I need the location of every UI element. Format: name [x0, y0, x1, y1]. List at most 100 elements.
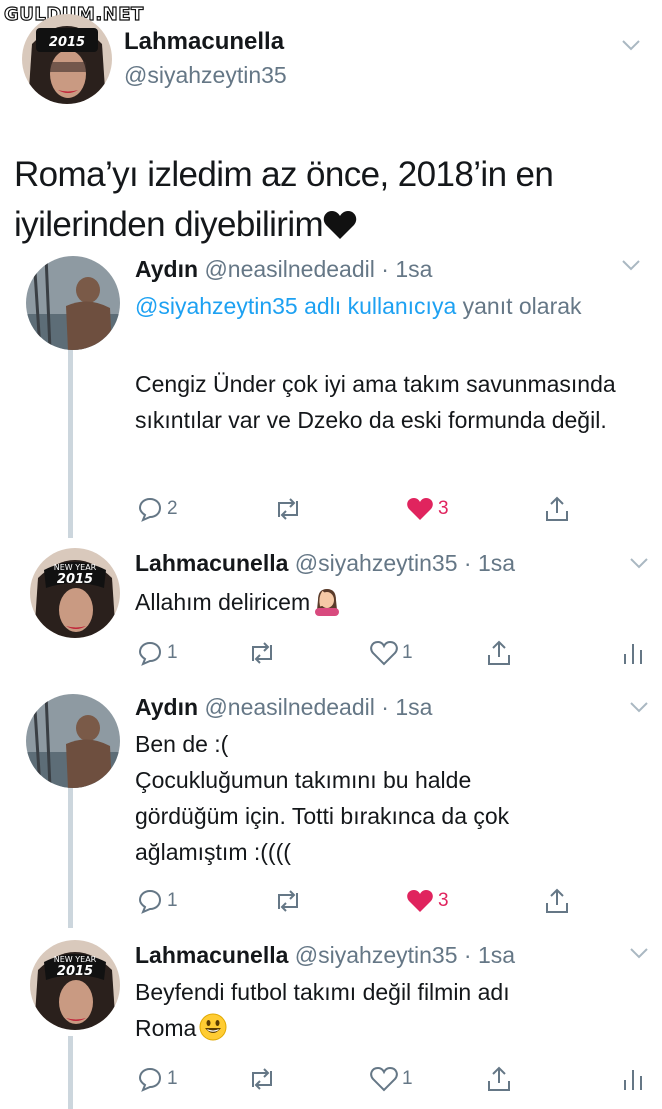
- reply-line: gördüğüm için. Totti bırakınca da çok: [135, 803, 510, 829]
- heart-icon: [370, 1066, 398, 1092]
- like-button[interactable]: 1: [370, 638, 413, 668]
- share-button[interactable]: [543, 886, 571, 916]
- comment-icon: [138, 1067, 162, 1092]
- reply-button[interactable]: 1: [137, 886, 178, 916]
- thread-line: [68, 788, 73, 928]
- reply-timestamp[interactable]: 1sa: [478, 550, 515, 576]
- thread-line: [68, 1036, 73, 1109]
- heart-filled-icon: [407, 890, 433, 912]
- reply-header: Lahmacunella @siyahzeytin35 · 1sa: [135, 550, 515, 577]
- avatar-aydin[interactable]: [26, 256, 120, 350]
- retweet-icon: [278, 498, 298, 520]
- like-count: 3: [438, 498, 449, 519]
- avatar-caption: 2015: [57, 572, 93, 587]
- avatar-lahmacunella[interactable]: NEW YEAR 2015: [30, 548, 120, 638]
- reply-timestamp[interactable]: 1sa: [395, 256, 432, 282]
- reply-line: ağlamıştım :((((: [135, 839, 291, 865]
- heart-filled-icon: [407, 498, 433, 520]
- comment-icon: [138, 641, 162, 666]
- chevron-down-icon[interactable]: [628, 946, 650, 960]
- retweet-button[interactable]: [272, 494, 304, 524]
- reply-count: 1: [167, 642, 178, 663]
- like-button[interactable]: 1: [370, 1064, 413, 1094]
- thread-line: [68, 348, 73, 538]
- reply-count: 1: [167, 890, 178, 911]
- main-tweet-body: Roma’yı izledim az önce, 2018’in en iyil…: [14, 155, 554, 244]
- black-heart-icon: [323, 205, 357, 239]
- reply-author-name[interactable]: Aydın: [135, 694, 198, 720]
- retweet-button[interactable]: [272, 886, 304, 916]
- retweet-icon: [252, 1068, 272, 1090]
- reply-header: Aydın @neasilnedeadil · 1sa: [135, 256, 432, 283]
- avatar-banner: NEW YEAR: [54, 563, 97, 572]
- avatar-lahmacunella[interactable]: NEW YEAR 2015: [30, 940, 120, 1030]
- main-author-name[interactable]: Lahmacunella: [124, 28, 284, 56]
- chevron-down-icon[interactable]: [628, 556, 650, 570]
- reply-text: Allahım deliricem: [135, 584, 635, 620]
- like-count: 1: [402, 1068, 413, 1089]
- analytics-button[interactable]: [622, 1064, 644, 1094]
- avatar-caption: 2015: [57, 964, 93, 979]
- comment-icon: [138, 889, 162, 914]
- reply-line-with-emoji: Roma: [135, 1010, 635, 1046]
- retweet-button[interactable]: [246, 638, 278, 668]
- reply-context: @siyahzeytin35 adlı kullanıcıya yanıt ol…: [135, 288, 605, 324]
- reply-count: 2: [167, 498, 178, 519]
- reply-to-suffix: yanıt olarak: [462, 293, 582, 319]
- retweet-icon: [278, 890, 298, 912]
- avatar-banner: NEW YEAR: [54, 955, 97, 964]
- separator-dot: ·: [457, 550, 478, 576]
- woman-facepalming-icon: [312, 586, 342, 616]
- reply-button[interactable]: 1: [137, 638, 178, 668]
- like-button[interactable]: 3: [406, 494, 449, 524]
- reply-header: Lahmacunella @siyahzeytin35 · 1sa: [135, 942, 515, 969]
- share-button[interactable]: [485, 1064, 513, 1094]
- reply-author-name[interactable]: Lahmacunella: [135, 550, 288, 576]
- share-icon: [546, 496, 568, 521]
- reply-author-handle[interactable]: @siyahzeytin35: [295, 942, 458, 968]
- chevron-down-icon[interactable]: [620, 38, 642, 52]
- share-icon: [488, 640, 510, 665]
- avatar-caption: 2015: [49, 35, 85, 50]
- reply-line: Ben de :(: [135, 731, 229, 757]
- reply-text: Cengiz Ünder çok iyi ama takım savunması…: [135, 371, 616, 433]
- reply-timestamp[interactable]: 1sa: [395, 694, 432, 720]
- share-icon: [546, 888, 568, 913]
- main-tweet-text: Roma’yı izledim az önce, 2018’in en iyil…: [14, 150, 634, 250]
- retweet-button[interactable]: [246, 1064, 278, 1094]
- reply-header: Aydın @neasilnedeadil · 1sa: [135, 694, 432, 721]
- like-button[interactable]: 3: [406, 886, 449, 916]
- main-author-handle[interactable]: @siyahzeytin35: [124, 62, 287, 89]
- reply-line: Çocukluğumun takımını bu halde: [135, 767, 472, 793]
- analytics-button[interactable]: [622, 638, 644, 668]
- grinning-face-icon: [198, 1012, 228, 1042]
- retweet-icon: [252, 642, 272, 664]
- analytics-icon: [624, 1070, 642, 1090]
- reply-to-link[interactable]: @siyahzeytin35 adlı kullanıcıya: [135, 293, 456, 319]
- share-button[interactable]: [485, 638, 513, 668]
- reply-line: Beyfendi futbol takımı değil filmin adı: [135, 979, 510, 1005]
- reply-author-handle[interactable]: @siyahzeytin35: [295, 550, 458, 576]
- reply-author-name[interactable]: Aydın: [135, 256, 198, 282]
- chevron-down-icon[interactable]: [620, 258, 642, 272]
- separator-dot: ·: [457, 942, 478, 968]
- separator-dot: ·: [374, 256, 396, 282]
- reply-author-name[interactable]: Lahmacunella: [135, 942, 288, 968]
- like-count: 3: [438, 890, 449, 911]
- analytics-icon: [624, 644, 642, 664]
- reply-timestamp[interactable]: 1sa: [478, 942, 515, 968]
- reply-button[interactable]: 2: [137, 494, 178, 524]
- reply-button[interactable]: 1: [137, 1064, 178, 1094]
- reply-text: Beyfendi futbol takımı değil filmin adı …: [135, 974, 635, 1046]
- avatar-aydin[interactable]: [26, 694, 120, 788]
- reply-body: Allahım deliricem: [135, 589, 311, 615]
- comment-icon: [138, 497, 162, 522]
- reply-author-handle[interactable]: @neasilnedeadil: [204, 256, 374, 282]
- separator-dot: ·: [374, 694, 396, 720]
- chevron-down-icon[interactable]: [628, 700, 650, 714]
- avatar-main[interactable]: 2015: [22, 14, 112, 104]
- reply-author-handle[interactable]: @neasilnedeadil: [204, 694, 374, 720]
- heart-icon: [370, 640, 398, 666]
- share-button[interactable]: [543, 494, 571, 524]
- reply-line: Roma: [135, 1015, 197, 1041]
